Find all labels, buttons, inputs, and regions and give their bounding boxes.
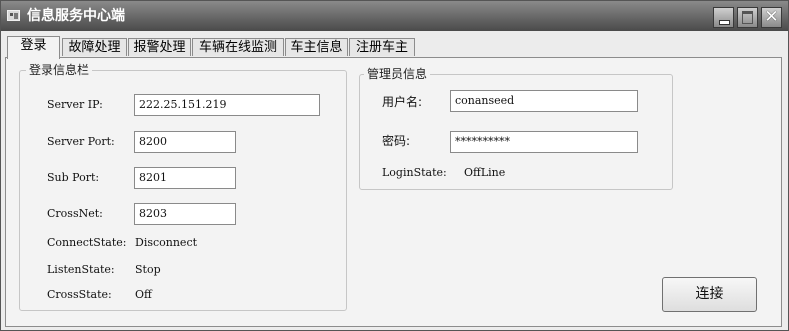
tab-register-owner[interactable]: 注册车主: [349, 38, 415, 56]
title-bar[interactable]: 信息服务中心端 ✕: [1, 1, 788, 31]
listen-state-value: Stop: [135, 263, 161, 276]
tab-fault-handling[interactable]: 故障处理: [62, 38, 127, 56]
app-window: 信息服务中心端 ✕ 登录 故障处理 报警处理 车辆在线监测 车主信息 注册车主 …: [0, 0, 789, 331]
crossnet-label: CrossNet:: [47, 207, 103, 220]
server-ip-label: Server IP:: [47, 98, 103, 111]
server-port-input[interactable]: 8200: [134, 131, 236, 153]
close-button[interactable]: ✕: [761, 7, 782, 28]
tab-alarm-handling[interactable]: 报警处理: [128, 38, 191, 56]
username-input[interactable]: conanseed: [450, 90, 638, 112]
password-label: 密码:: [382, 134, 411, 148]
app-icon: [7, 10, 20, 21]
login-info-group-title: 登录信息栏: [26, 63, 93, 77]
cross-state-value: Off: [135, 288, 152, 301]
sub-port-input[interactable]: 8201: [134, 167, 236, 189]
tab-login[interactable]: 登录: [7, 36, 60, 59]
username-label: 用户名:: [382, 95, 423, 109]
tab-vehicle-online-monitoring[interactable]: 车辆在线监测: [192, 38, 284, 56]
login-state-label: LoginState:: [382, 166, 447, 179]
password-input[interactable]: **********: [450, 131, 638, 153]
cross-state-label: CrossState:: [47, 288, 112, 301]
connect-button[interactable]: 连接: [662, 277, 757, 312]
tab-owner-info[interactable]: 车主信息: [285, 38, 348, 56]
server-port-label: Server Port:: [47, 135, 115, 148]
admin-info-group-title: 管理员信息: [364, 67, 431, 81]
server-ip-input[interactable]: 222.25.151.219: [134, 94, 320, 116]
window-title: 信息服务中心端: [27, 8, 125, 24]
close-icon: ✕: [764, 7, 779, 27]
maximize-button[interactable]: [737, 7, 758, 28]
crossnet-input[interactable]: 8203: [134, 203, 236, 225]
listen-state-label: ListenState:: [47, 263, 115, 276]
connect-state-label: ConnectState:: [47, 236, 127, 249]
login-state-value: OffLine: [464, 166, 506, 179]
sub-port-label: Sub Port:: [47, 171, 100, 184]
connect-state-value: Disconnect: [135, 236, 198, 249]
minimize-button[interactable]: [713, 7, 734, 28]
